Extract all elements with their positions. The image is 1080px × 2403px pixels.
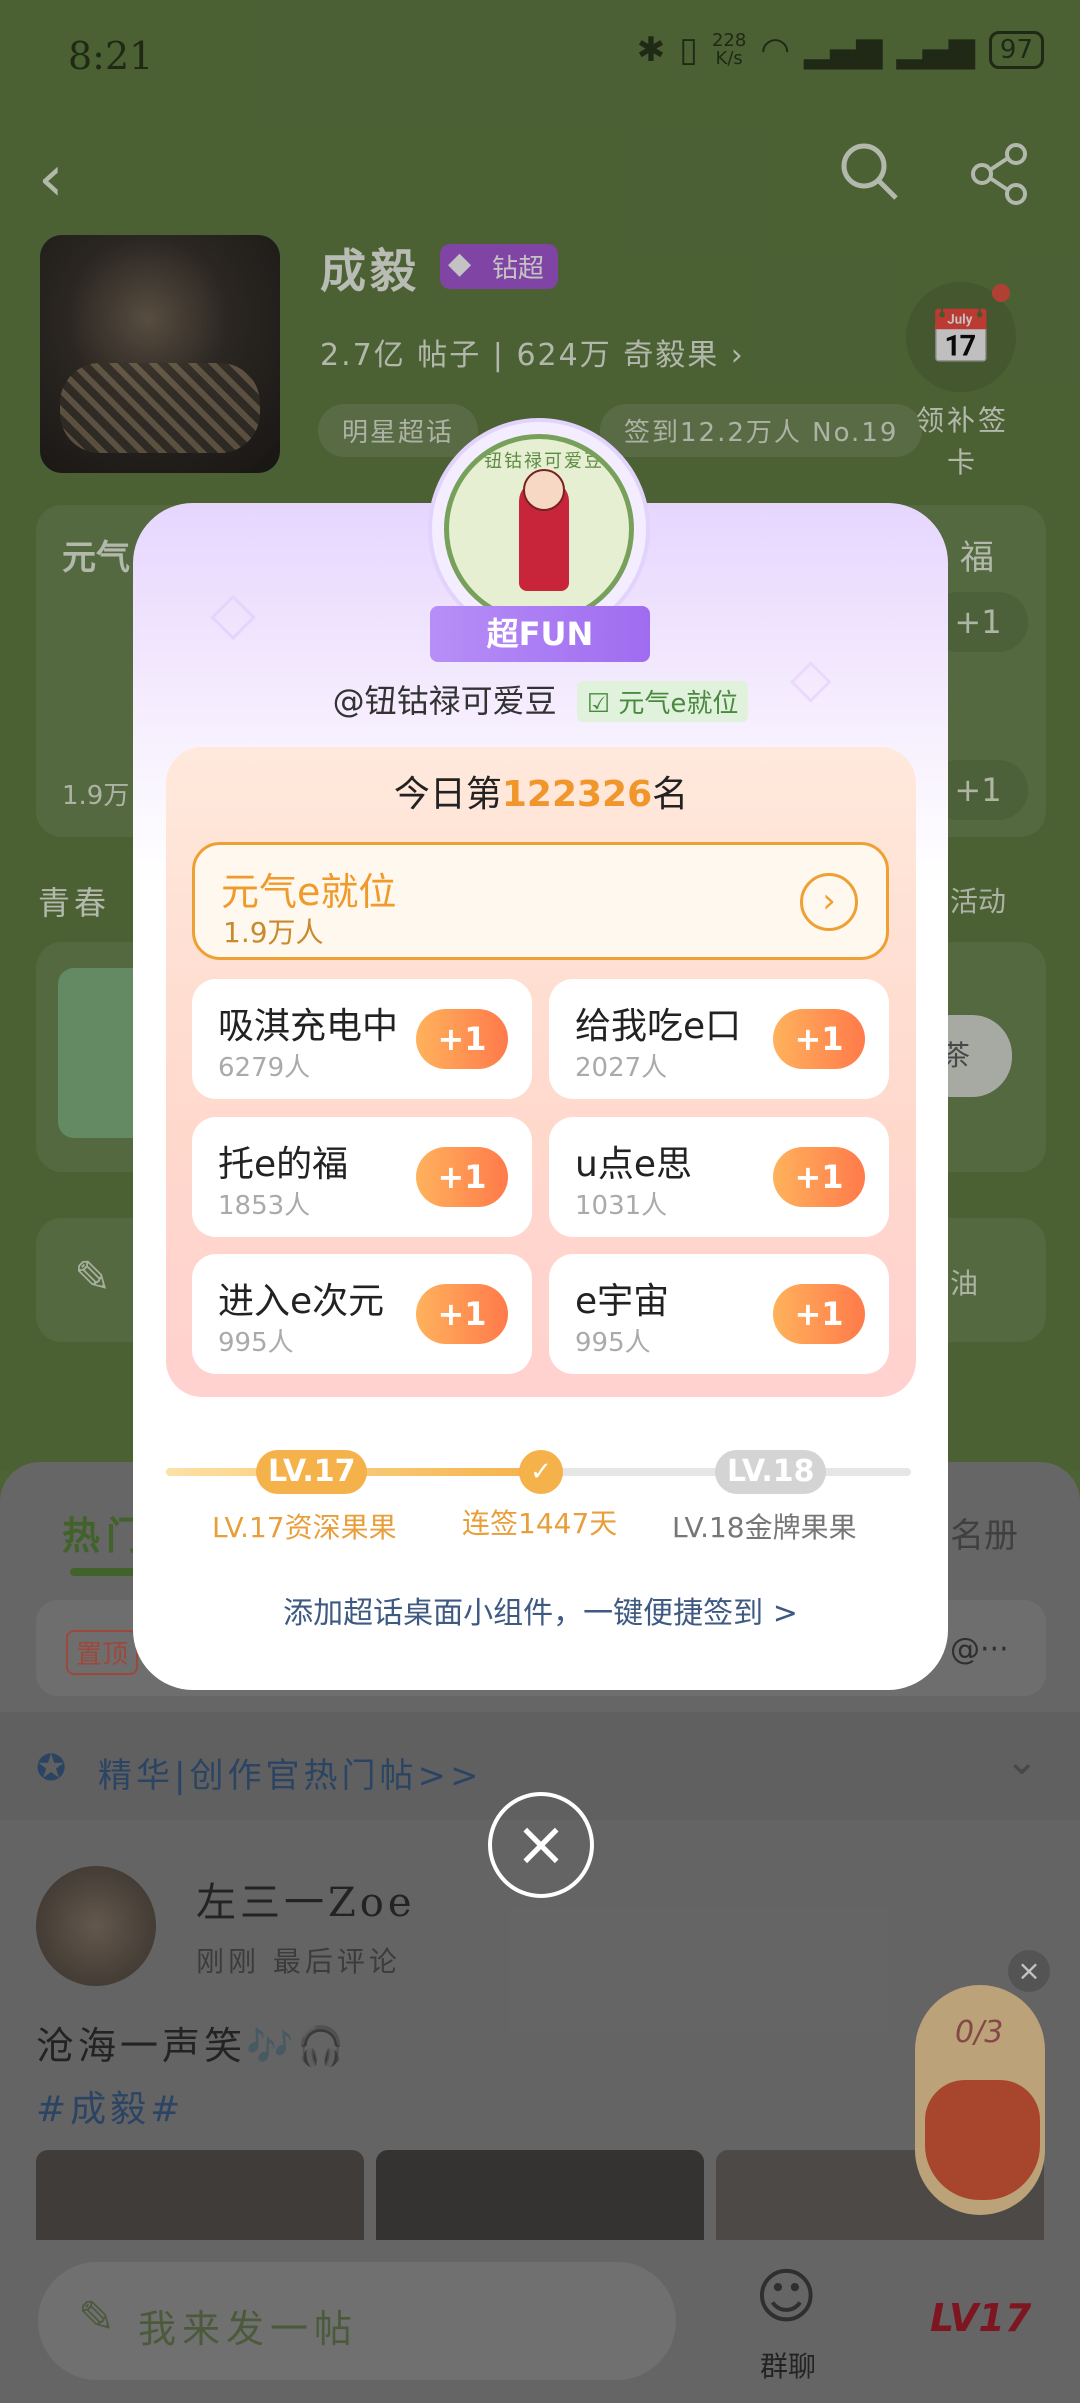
diamond-deco-icon: ◇ — [210, 578, 257, 648]
plus-one-button[interactable]: +1 — [773, 1284, 865, 1344]
plus-one-button[interactable]: +1 — [773, 1009, 865, 1069]
option-5[interactable]: 进入e次元 995人 +1 — [192, 1254, 532, 1374]
username: @钮钴禄可爱豆 — [332, 682, 557, 720]
user-line: @钮钴禄可爱豆 ☑ 元气e就位 — [133, 676, 948, 722]
plus-one-button[interactable]: +1 — [416, 1284, 508, 1344]
checkmark-icon: ✓ — [519, 1450, 563, 1494]
chevron-right-icon[interactable]: › — [800, 873, 858, 931]
streak-label: 连签1447天 — [462, 1507, 618, 1540]
fun-ribbon: 超FUN — [430, 606, 650, 662]
level-next-label: LV.18金牌果果 — [672, 1511, 857, 1544]
rank-text: 今日第122326名 — [393, 774, 689, 815]
selected-option[interactable]: 元气e就位 1.9万人 › — [192, 842, 889, 960]
level-current-label: LV.17资深果果 — [212, 1511, 397, 1544]
plus-one-button[interactable]: +1 — [416, 1147, 508, 1207]
add-widget-link[interactable]: 添加超话桌面小组件，一键便捷签到 > — [133, 1588, 948, 1632]
option-2[interactable]: 给我吃e口 2027人 +1 — [549, 979, 889, 1099]
selected-option-count: 1.9万人 — [223, 916, 324, 949]
user-tag: ☑ 元气e就位 — [576, 681, 749, 722]
seal-face — [523, 469, 565, 511]
option-3[interactable]: 托e的福 1853人 +1 — [192, 1117, 532, 1237]
close-icon[interactable]: × — [488, 1792, 594, 1898]
plus-one-button[interactable]: +1 — [416, 1009, 508, 1069]
option-1[interactable]: 吸淇充电中 6279人 +1 — [192, 979, 532, 1099]
selected-option-name: 元气e就位 — [221, 870, 397, 914]
level-next-badge: LV.18 — [715, 1450, 827, 1494]
option-4[interactable]: u点e思 1031人 +1 — [549, 1117, 889, 1237]
level-current-badge: LV.17 — [256, 1450, 368, 1494]
plus-one-button[interactable]: +1 — [773, 1147, 865, 1207]
option-6[interactable]: e宇宙 995人 +1 — [549, 1254, 889, 1374]
